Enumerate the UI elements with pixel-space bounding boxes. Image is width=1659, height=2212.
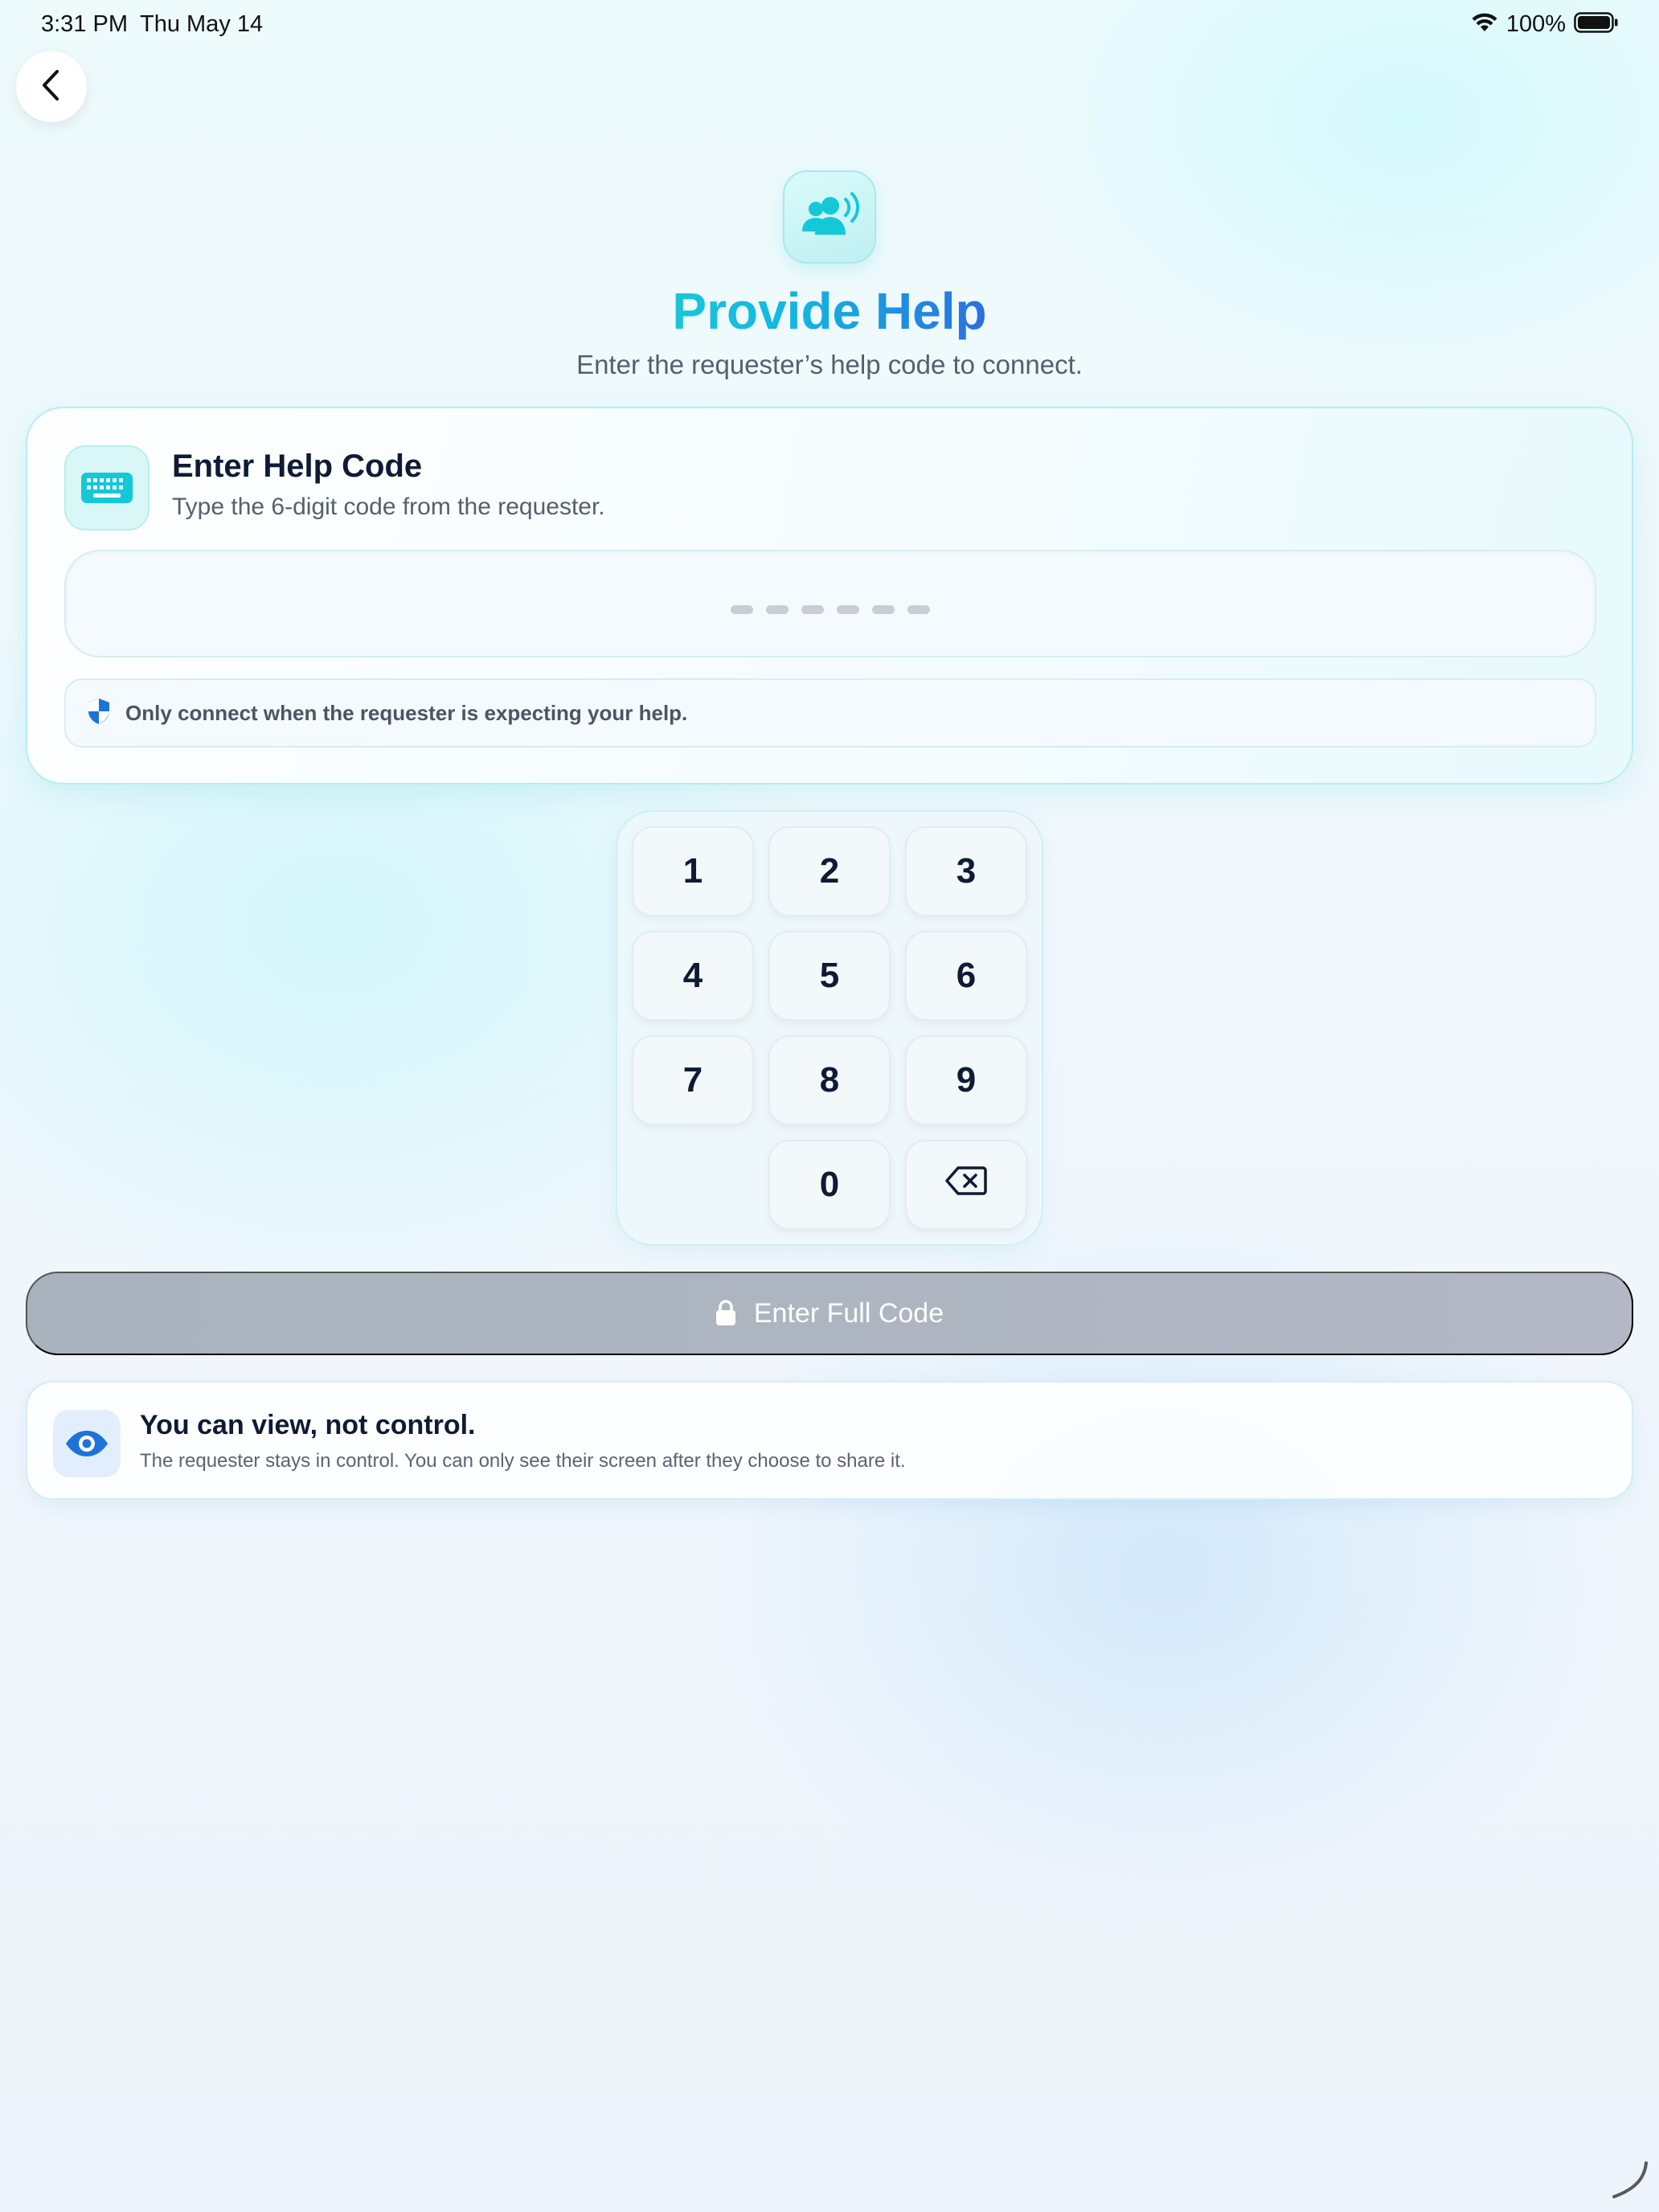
safety-notice: Only connect when the requester is expec… [64, 678, 1596, 748]
key-5[interactable]: 5 [768, 931, 891, 1021]
code-digit-slot [872, 604, 895, 614]
battery-icon [1574, 12, 1619, 37]
code-digit-slot [907, 604, 930, 614]
code-digit-slot [731, 604, 753, 614]
info-body: The requester stays in control. You can … [140, 1450, 906, 1472]
page-subtitle: Enter the requester’s help code to conne… [576, 350, 1083, 379]
backspace-icon [945, 1165, 987, 1205]
status-bar: 3:31 PM Thu May 14 100% [0, 0, 1659, 51]
code-digit-slot [801, 604, 824, 614]
submit-label: Enter Full Code [753, 1297, 944, 1329]
key-3[interactable]: 3 [905, 826, 1027, 916]
code-digit-slot [837, 604, 859, 614]
back-button[interactable] [16, 51, 87, 122]
key-9[interactable]: 9 [905, 1035, 1027, 1125]
code-digit-slot [766, 604, 789, 614]
help-code-card: Enter Help Code Type the 6-digit code fr… [26, 407, 1633, 784]
view-only-info-card: You can view, not control. The requester… [26, 1381, 1633, 1500]
corner-grabber-icon [1609, 2160, 1649, 2204]
key-4[interactable]: 4 [632, 931, 754, 1021]
info-title: You can view, not control. [140, 1410, 476, 1440]
keyboard-icon [64, 445, 150, 530]
key-2[interactable]: 2 [768, 826, 891, 916]
delete-button[interactable] [905, 1140, 1027, 1230]
people-broadcast-icon [783, 170, 876, 264]
wifi-icon [1471, 12, 1498, 37]
key-1[interactable]: 1 [632, 826, 754, 916]
help-code-input[interactable] [64, 550, 1596, 657]
key-0[interactable]: 0 [768, 1140, 891, 1230]
status-indicators: 100% [1471, 11, 1619, 38]
key-7[interactable]: 7 [632, 1035, 754, 1125]
status-date: Thu May 14 [140, 11, 264, 37]
key-8[interactable]: 8 [768, 1035, 891, 1125]
battery-percent: 100% [1505, 11, 1566, 37]
enter-full-code-button[interactable]: Enter Full Code [26, 1272, 1633, 1355]
key-6[interactable]: 6 [905, 931, 1027, 1021]
chevron-left-icon [39, 68, 63, 106]
eye-icon [53, 1410, 121, 1477]
lock-icon [715, 1299, 736, 1329]
card-title: Enter Help Code [172, 449, 423, 484]
shield-icon [87, 698, 111, 729]
safety-notice-text: Only connect when the requester is expec… [125, 700, 688, 725]
status-time: 3:31 PM [41, 11, 128, 37]
number-keypad: 1 2 3 4 5 6 7 8 9 0 [616, 810, 1043, 1246]
page-title: Provide Help [672, 282, 987, 340]
card-subtitle: Type the 6-digit code from the requester… [172, 494, 605, 520]
